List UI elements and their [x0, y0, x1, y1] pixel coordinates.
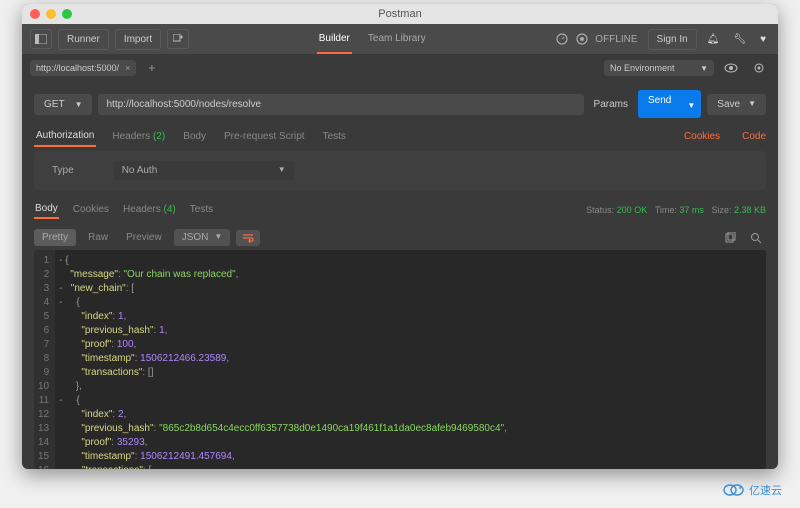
chevron-down-icon: ▼: [75, 100, 83, 109]
request-tab[interactable]: http://localhost:5000/ ×: [30, 60, 136, 76]
response-meta: Status: 200 OK Time: 37 ms Size: 2.38 KB: [586, 205, 766, 215]
chevron-down-icon: ▼: [278, 165, 286, 176]
zoom-icon[interactable]: [62, 9, 72, 19]
import-button[interactable]: Import: [115, 29, 161, 50]
chevron-down-icon: ▼: [748, 99, 756, 110]
resp-tab-cookies[interactable]: Cookies: [73, 204, 109, 215]
signin-button[interactable]: Sign In: [648, 29, 697, 50]
method-label: GET: [44, 99, 65, 110]
size-value: 2.38 KB: [734, 205, 766, 215]
tab-team-library[interactable]: Team Library: [366, 25, 428, 54]
save-button[interactable]: Save ▼: [707, 94, 766, 115]
auth-type-label: Type: [52, 165, 74, 176]
response-tabs: Body Cookies Headers (4) Tests Status: 2…: [22, 194, 778, 225]
minimize-icon[interactable]: [46, 9, 56, 19]
view-preview[interactable]: Preview: [120, 232, 168, 243]
headers-count: (2): [153, 131, 165, 142]
heart-icon[interactable]: ♥: [756, 34, 770, 45]
tab-tests[interactable]: Tests: [321, 127, 348, 146]
resp-tab-body[interactable]: Body: [34, 200, 59, 219]
app-window: Postman Runner Import Builder Team Libra…: [22, 4, 778, 469]
titlebar: Postman: [22, 4, 778, 24]
sync-icon[interactable]: [555, 32, 569, 46]
resp-headers-count: (4): [164, 204, 176, 215]
close-icon[interactable]: [30, 9, 40, 19]
cookies-link[interactable]: Cookies: [684, 131, 720, 142]
auth-type-value: No Auth: [122, 165, 158, 176]
send-dropdown-icon[interactable]: ▼: [681, 90, 701, 118]
request-tab-label: http://localhost:5000/: [36, 63, 119, 73]
status-value: 200 OK: [617, 205, 648, 215]
bell-icon[interactable]: 🔔︎: [703, 34, 724, 45]
tab-prerequest[interactable]: Pre-request Script: [222, 127, 307, 146]
add-tab-button[interactable]: +: [142, 61, 161, 75]
view-pretty[interactable]: Pretty: [34, 229, 76, 246]
traffic-lights: [30, 9, 72, 19]
params-button[interactable]: Params: [590, 99, 632, 110]
format-label: JSON: [182, 232, 209, 243]
time-value: 37 ms: [679, 205, 704, 215]
auth-panel: Type No Auth ▼: [34, 151, 766, 190]
env-quicklook-icon[interactable]: [720, 58, 742, 78]
line-gutter: 1234567891011121314151617181920212223: [34, 250, 55, 469]
search-icon[interactable]: [746, 232, 766, 244]
send-button[interactable]: Send: [638, 90, 681, 118]
view-raw[interactable]: Raw: [82, 232, 114, 243]
chevron-down-icon: ▼: [214, 232, 222, 243]
tab-body[interactable]: Body: [181, 127, 208, 146]
response-body-viewer[interactable]: 1234567891011121314151617181920212223 - …: [34, 250, 766, 469]
code-content: - { "message": "Our chain was replaced",…: [55, 250, 511, 469]
wrap-lines-icon[interactable]: [236, 230, 260, 246]
request-subtabs: Authorization Headers (2) Body Pre-reque…: [22, 126, 778, 147]
capture-icon[interactable]: [575, 32, 589, 46]
runner-button[interactable]: Runner: [58, 29, 109, 50]
tab-authorization[interactable]: Authorization: [34, 126, 96, 147]
save-label: Save: [717, 99, 740, 110]
watermark: 亿速云: [723, 482, 782, 498]
tab-builder[interactable]: Builder: [317, 25, 352, 54]
status-offline: OFFLINE: [595, 34, 637, 45]
resp-tab-tests[interactable]: Tests: [190, 204, 213, 215]
chevron-down-icon: ▼: [700, 64, 708, 73]
auth-type-selector[interactable]: No Auth ▼: [114, 161, 294, 180]
center-tabs: Builder Team Library: [317, 25, 428, 54]
new-tab-icon[interactable]: [167, 29, 189, 49]
request-row: GET ▼ http://localhost:5000/nodes/resolv…: [22, 82, 778, 126]
copy-icon[interactable]: [720, 232, 740, 244]
resp-tab-headers[interactable]: Headers (4): [123, 204, 176, 215]
format-selector[interactable]: JSON ▼: [174, 229, 231, 246]
main-toolbar: Runner Import Builder Team Library OFFLI…: [22, 24, 778, 54]
tab-headers[interactable]: Headers (2): [110, 127, 167, 146]
close-tab-icon[interactable]: ×: [125, 63, 130, 73]
environment-selector[interactable]: No Environment ▼: [604, 60, 714, 76]
sidebar-toggle-icon[interactable]: [30, 29, 52, 49]
window-title: Postman: [378, 8, 421, 20]
viewer-toolbar: Pretty Raw Preview JSON ▼: [22, 225, 778, 250]
environment-bar: http://localhost:5000/ × + No Environmen…: [22, 54, 778, 82]
method-selector[interactable]: GET ▼: [34, 94, 92, 115]
code-link[interactable]: Code: [742, 131, 766, 142]
environment-label: No Environment: [610, 63, 675, 73]
url-input[interactable]: http://localhost:5000/nodes/resolve: [98, 94, 583, 115]
settings-gear-icon[interactable]: [748, 58, 770, 78]
wrench-icon[interactable]: 🔧︎: [729, 34, 750, 45]
